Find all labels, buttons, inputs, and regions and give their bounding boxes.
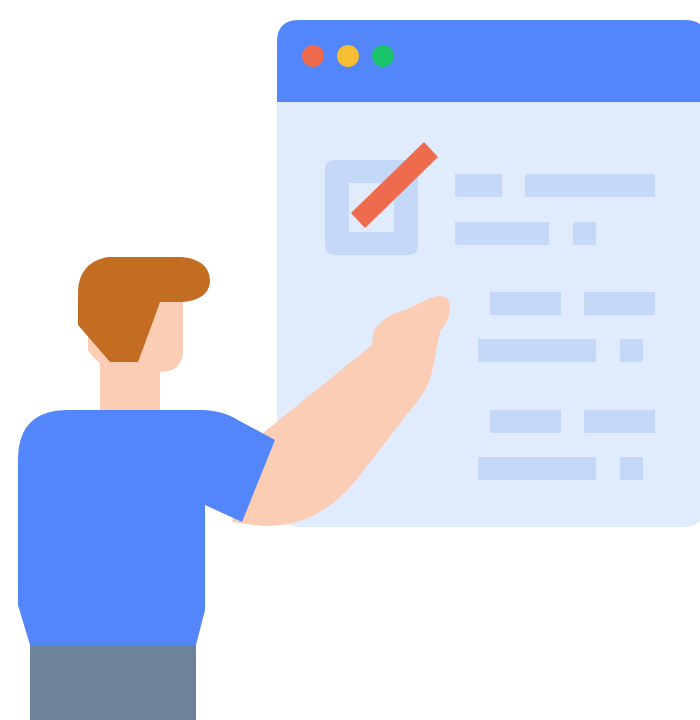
placeholder-bar [490,292,561,315]
placeholder-bar [478,339,596,362]
maximize-dot-icon [372,45,394,67]
close-dot-icon [302,45,324,67]
minimize-dot-icon [337,45,359,67]
placeholder-square [573,222,596,245]
placeholder-bar [455,222,549,245]
placeholder-square [620,457,643,480]
person-pants [30,640,196,720]
placeholder-bar [478,457,596,480]
placeholder-bar [490,410,561,433]
checklist-illustration [18,20,700,720]
placeholder-bar [584,410,655,433]
illustration-canvas [0,0,700,720]
placeholder-square [620,339,643,362]
person-shirt [18,410,275,645]
placeholder-bar [525,174,655,197]
placeholder-bar [455,174,502,197]
placeholder-bar [584,292,655,315]
